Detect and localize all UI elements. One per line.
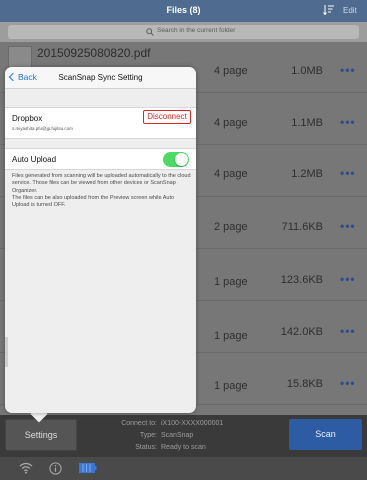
file-size: 1.0MB [291,65,323,77]
file-size: 1.1MB [291,117,323,129]
more-options-icon[interactable]: ••• [340,63,356,77]
side-handle [5,337,8,367]
search-input[interactable]: Search in the current folder [8,25,359,39]
dropbox-label: Dropbox [12,114,43,123]
search-bar: Search in the current folder [0,22,367,42]
connect-label: Connect to: [121,420,157,427]
more-options-icon[interactable]: ••• [340,115,356,129]
info-icon[interactable] [49,462,62,475]
scansnap-sync-popover: Back ScanSnap Sync Setting Dropbox s.miy… [5,67,196,413]
auto-upload-cell: Auto Upload [5,148,196,170]
file-size: 711.6KB [281,221,323,233]
status-bar [0,457,367,480]
file-size: 15.8KB [286,378,323,390]
auto-upload-label: Auto Upload [12,155,57,164]
popover-title: ScanSnap Sync Setting [58,73,143,82]
search-placeholder: Search in the current folder [157,27,236,34]
sort-icon[interactable] [323,4,335,16]
type-label: Type: [139,432,157,439]
dropbox-account-cell: Dropbox s.miyashita.pfu@jp.fujitsu.com D… [5,107,196,139]
nav-bar: Files (8) Edit [0,0,367,22]
auto-upload-toggle[interactable] [163,152,189,167]
file-pages: 4 page [214,65,248,77]
description-paragraph-2: The files can be also uploaded from the … [12,194,175,209]
connect-value: iX100-XXXX000001 [161,420,224,427]
scanner-panel: Settings Connect to: iX100-XXXX000001 Typ… [0,415,367,457]
disconnect-button[interactable]: Disconnect [143,110,191,124]
dropbox-email: s.miyashita.pfu@jp.fujitsu.com [12,126,73,131]
auto-upload-description: Files generated from scanning will be up… [12,173,192,209]
popover-header: Back ScanSnap Sync Setting [5,67,196,89]
edit-button[interactable]: Edit [343,6,357,15]
more-options-icon[interactable]: ••• [340,376,356,390]
scan-button[interactable]: Scan [289,419,362,450]
more-options-icon[interactable]: ••• [340,219,356,233]
search-icon [146,28,154,36]
status-value: Ready to scan [161,444,206,451]
settings-button[interactable]: Settings [5,419,77,451]
more-options-icon[interactable]: ••• [340,272,356,286]
file-pages: 1 page [214,380,248,392]
toggle-knob [175,153,188,166]
file-name: 20150925080820.pdf [37,46,151,60]
wifi-icon[interactable] [19,462,33,474]
status-label: Status: [135,444,157,451]
file-pages: 2 page [214,221,248,233]
connection-info: Connect to: iX100-XXXX000001 Type: ScanSna… [90,418,223,454]
file-size: 142.0KB [280,326,323,338]
type-value: ScanSnap [161,432,194,439]
file-pages: 4 page [214,168,248,180]
nav-title: Files (8) [166,5,201,15]
file-size: 1.2MB [291,168,323,180]
battery-icon [79,463,97,473]
file-size: 123.6KB [280,274,323,286]
more-options-icon[interactable]: ••• [340,166,356,180]
more-options-icon[interactable]: ••• [340,324,356,338]
file-pages: 1 page [214,330,248,342]
file-pages: 1 page [214,276,248,288]
description-paragraph-1: Files generated from scanning will be up… [12,173,191,194]
file-pages: 4 page [214,117,248,129]
